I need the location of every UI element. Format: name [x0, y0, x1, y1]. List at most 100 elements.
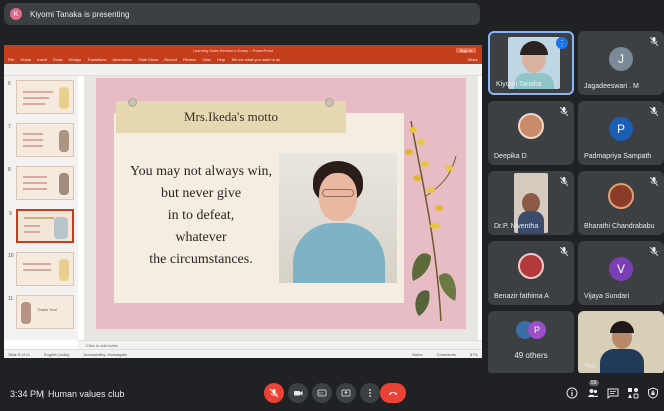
tape-pin-left [128, 98, 137, 107]
status-notes-button[interactable]: Notes [412, 352, 422, 357]
slide-motto: You may not always win, but never give i… [116, 161, 286, 271]
status-language[interactable]: English (India) [44, 352, 70, 357]
flower-branch-decoration [405, 120, 457, 322]
mic-toggle-button[interactable] [264, 383, 284, 403]
participant-tile-deepika[interactable]: Deepika D [488, 101, 574, 165]
people-button[interactable] [587, 387, 599, 399]
notes-bar[interactable]: Click to add notes [78, 340, 482, 349]
notes-placeholder: Click to add notes [86, 343, 118, 348]
slide-canvas: Mrs.Ikeda's motto You may not always win… [84, 76, 478, 340]
ribbon-tab-insert[interactable]: Insert [37, 57, 47, 62]
captions-icon: CC [317, 389, 327, 397]
more-options-icon[interactable]: ⋮ [556, 37, 568, 49]
mic-off-icon [650, 247, 658, 256]
slide-thumbnail-10[interactable]: 10 [8, 252, 74, 286]
ribbon-tab-home[interactable]: Home [20, 57, 31, 62]
participant-tile-others[interactable]: P 49 others [488, 311, 574, 375]
ppt-sign-in-button[interactable]: Sign in [455, 47, 476, 53]
ppt-status-bar: Slide 9 of 11 English (India) Accessibil… [4, 349, 482, 358]
meeting-details-button[interactable] [566, 387, 578, 399]
participant-name: Jagadeeswari . M [584, 83, 639, 90]
ribbon-tab-slideshow[interactable]: Slide Show [138, 57, 158, 62]
ribbon-tab-record[interactable]: Record [164, 57, 177, 62]
slide-title-strip: Mrs.Ikeda's motto [116, 98, 346, 133]
host-controls-button[interactable] [647, 387, 659, 399]
ribbon-tab-transitions[interactable]: Transitions [87, 57, 106, 62]
participant-tile-vijaya[interactable]: V Vijaya Sundari [578, 241, 664, 305]
participant-name: Benazir fathima A [494, 293, 549, 300]
ribbon-tab-file[interactable]: File [8, 57, 14, 62]
chat-icon [607, 388, 619, 399]
slide-thumbnail-11[interactable]: 11 Thank You! [8, 295, 74, 329]
ppt-share-button[interactable]: Share [467, 57, 478, 62]
activities-icon [628, 388, 639, 399]
mic-off-icon [650, 177, 658, 186]
motto-line: whatever [175, 230, 227, 245]
slide-thumbnail-8[interactable]: 8 [8, 166, 74, 200]
captions-button[interactable]: CC [312, 383, 332, 403]
ribbon-tab-draw[interactable]: Draw [53, 57, 62, 62]
ribbon-tell-me[interactable]: Tell me what you want to do [231, 57, 280, 62]
ribbon-tab-help[interactable]: Help [217, 57, 225, 62]
leave-call-button[interactable] [380, 383, 406, 403]
camera-toggle-button[interactable] [288, 383, 308, 403]
participant-tile-benazir[interactable]: Benazir fathima A [488, 241, 574, 305]
participant-name: Vijaya Sundari [584, 293, 630, 300]
status-slide-number: Slide 9 of 11 [8, 351, 30, 357]
participant-name: Dr.P. Niventha [494, 223, 539, 230]
participant-tile-you[interactable]: You [578, 311, 664, 375]
meeting-title: Human values club [48, 389, 125, 399]
thumbnail-number: 10 [8, 253, 14, 259]
motto-line: but never give [160, 186, 242, 201]
people-count-badge: 59 [589, 380, 599, 386]
chat-button[interactable] [607, 387, 619, 399]
ribbon-tab-design[interactable]: Design [68, 57, 80, 62]
meeting-time: 3:34 PM [10, 389, 44, 399]
status-accessibility[interactable]: Accessibility: Investigate [84, 352, 127, 357]
info-icon [566, 387, 578, 399]
status-zoom[interactable]: 87% [470, 352, 478, 357]
activities-button[interactable] [627, 387, 639, 399]
participant-name: Bharathi Chandrababu [584, 223, 655, 230]
participant-name: Kiyomi Tanaka [496, 81, 542, 88]
slide-thumbnail-7[interactable]: 7 [8, 123, 74, 157]
svg-text:CC: CC [319, 392, 324, 396]
motto-line: You may not always win, [129, 164, 273, 179]
slide-thumbnail-6[interactable]: 6 [8, 80, 74, 114]
ppt-title-bar: Learning Kaas Kenshu's Grasp – PowerPoin… [4, 45, 482, 55]
portrait-photo [279, 153, 397, 283]
current-slide: Mrs.Ikeda's motto You may not always win… [96, 78, 466, 329]
tape-pin-right [325, 98, 334, 107]
ribbon-tab-review[interactable]: Review [183, 57, 196, 62]
ribbon-tab-view[interactable]: View [202, 57, 211, 62]
time-divider: | [42, 389, 45, 399]
participant-name: Deepika D [494, 153, 527, 160]
participant-tile-kiyomi[interactable]: ⋮ Kiyomi Tanaka [488, 31, 574, 95]
meeting-control-bar: 3:34 PM | Human values club CC 59 [0, 373, 664, 411]
others-avatar: P [528, 321, 546, 339]
participant-avatar: P [609, 117, 633, 141]
mic-off-icon [650, 107, 658, 116]
mic-off-icon [650, 37, 658, 46]
mic-off-icon [560, 247, 568, 256]
slide-title: Mrs.Ikeda's motto [183, 109, 279, 124]
more-options-button[interactable] [360, 383, 380, 403]
participant-tile-jagadeeswari[interactable]: J Jagadeeswari . M [578, 31, 664, 95]
ppt-doc-title: Learning Kaas Kenshu's Grasp – PowerPoin… [192, 47, 273, 53]
slide-thumbnail-9-active[interactable]: 9 [9, 209, 74, 243]
motto-line: the circumstances. [149, 252, 253, 267]
others-count: 49 others [514, 351, 548, 360]
present-now-button[interactable] [336, 383, 356, 403]
thumbnail-number: 7 [8, 124, 11, 130]
present-screen-icon [341, 389, 351, 397]
ppt-toolbar [4, 64, 482, 76]
participant-tile-padmapriya[interactable]: P Padmapriya Sampath [578, 101, 664, 165]
camera-icon [294, 391, 303, 396]
participant-tile-niventha[interactable]: Dr.P. Niventha [488, 171, 574, 235]
shield-lock-icon [648, 387, 658, 399]
mic-off-icon [560, 177, 568, 186]
status-comments-button[interactable]: Comments [437, 352, 456, 357]
presenter-banner: K Kiyomi Tanaka is presenting [4, 3, 480, 25]
ribbon-tab-animations[interactable]: Animations [112, 57, 132, 62]
participant-tile-bharathi[interactable]: Bharathi Chandrababu [578, 171, 664, 235]
